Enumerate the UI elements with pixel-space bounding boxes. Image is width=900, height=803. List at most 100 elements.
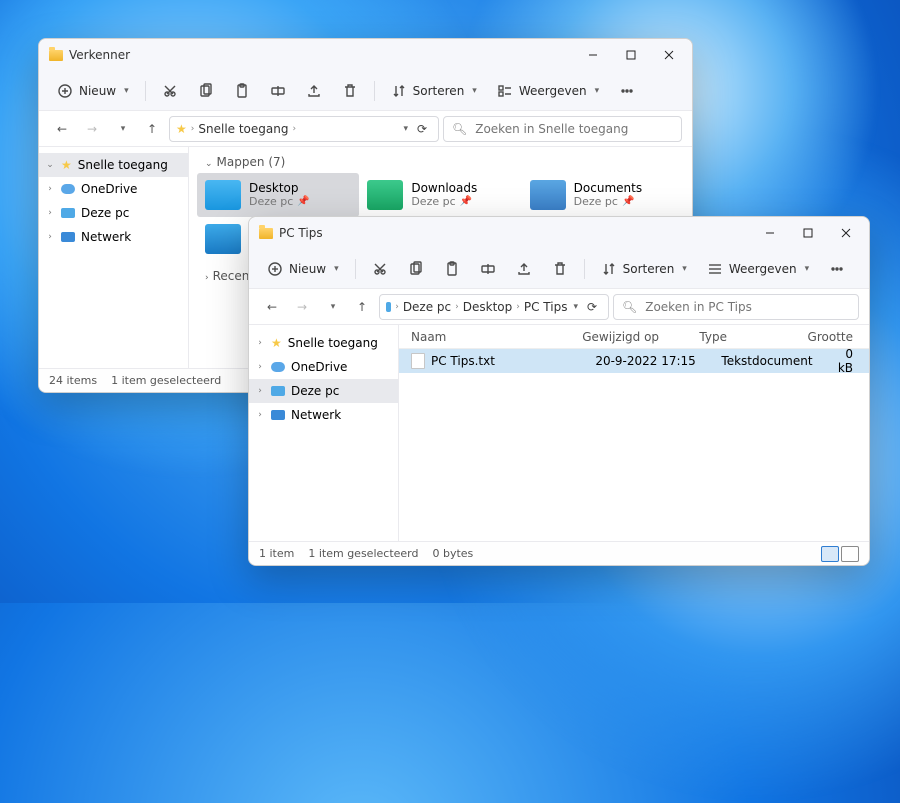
up-button[interactable]: ↑ [139,116,165,142]
sidebar-item[interactable]: › ★ Snelle toegang [249,331,398,355]
paste-button[interactable] [226,77,258,105]
file-row[interactable]: PC Tips.txt 20-9-2022 17:15 Tekstdocumen… [399,349,869,373]
address-bar[interactable]: ★ › Snelle toegang › ▾⟳ [169,116,439,142]
delete-button[interactable] [334,77,366,105]
view-icon [707,261,723,277]
recent-chevron[interactable]: ▾ [109,116,135,142]
share-button[interactable] [298,77,330,105]
file-icon [411,353,425,369]
status-bar: 1 item 1 item geselecteerd 0 bytes [249,541,869,565]
copy-icon [408,261,424,277]
folder-tile[interactable]: Downloads Deze pc📌 [359,173,521,217]
back-button[interactable]: ← [259,294,285,320]
sidebar-item[interactable]: ⌄ ★ Snelle toegang [39,153,188,177]
tile-name: Downloads [411,182,477,196]
minimize-button[interactable] [574,39,612,71]
sidebar-item[interactable]: › Netwerk [249,403,398,427]
search-input[interactable] [473,121,673,137]
forward-button[interactable]: → [289,294,315,320]
dots-icon [619,83,635,99]
folder-tile[interactable]: Desktop Deze pc📌 [197,173,359,217]
cut-button[interactable] [364,255,396,283]
pin-icon: 📌 [460,196,472,208]
star-icon: ★ [271,336,282,350]
forward-button[interactable]: → [79,116,105,142]
expand-chevron-icon[interactable]: › [255,386,265,396]
refresh-button[interactable]: ⟳ [410,122,434,136]
new-button[interactable]: Nieuw▾ [259,255,347,283]
rename-button[interactable] [262,77,294,105]
sidebar-item[interactable]: › OneDrive [39,177,188,201]
maximize-button[interactable] [612,39,650,71]
share-button[interactable] [508,255,540,283]
titlebar[interactable]: PC Tips [249,217,869,249]
trash-icon [342,83,358,99]
expand-chevron-icon[interactable]: › [255,410,265,420]
recent-chevron[interactable]: ▾ [319,294,345,320]
sidebar-item[interactable]: › OneDrive [249,355,398,379]
sort-button[interactable]: Sorteren▾ [383,77,485,105]
maximize-button[interactable] [789,217,827,249]
up-button[interactable]: ↑ [349,294,375,320]
search-box[interactable]: 🔍︎ [613,294,859,320]
new-button[interactable]: Nieuw▾ [49,77,137,105]
sidebar-item[interactable]: › Netwerk [39,225,188,249]
col-size[interactable]: Grootte [808,330,869,344]
chevron-down-icon[interactable]: ▾ [573,302,578,312]
view-icon [497,83,513,99]
more-button[interactable] [821,255,853,283]
rename-button[interactable] [472,255,504,283]
sidebar-item[interactable]: › Deze pc [39,201,188,225]
expand-chevron-icon[interactable]: › [45,184,55,194]
titlebar[interactable]: Verkenner [39,39,692,71]
expand-chevron-icon[interactable]: › [255,338,265,348]
navigation-bar: ← → ▾ ↑ › Deze pc › Desktop › PC Tips ▾⟳… [249,289,869,325]
search-input[interactable] [643,299,850,315]
plus-icon [57,83,73,99]
copy-button[interactable] [190,77,222,105]
breadcrumb[interactable]: Deze pc [403,300,451,314]
breadcrumb[interactable]: Desktop [463,300,513,314]
copy-icon [198,83,214,99]
view-details-button[interactable] [821,546,839,562]
network-icon [271,410,285,420]
col-modified[interactable]: Gewijzigd op [582,330,699,344]
scissors-icon [372,261,388,277]
expand-chevron-icon[interactable]: › [45,232,55,242]
close-button[interactable] [650,39,688,71]
view-button[interactable]: Weergeven▾ [489,77,607,105]
col-name[interactable]: Naam [411,330,582,344]
folder-tile[interactable]: Documents Deze pc📌 [522,173,684,217]
expand-chevron-icon[interactable]: › [255,362,265,372]
more-button[interactable] [611,77,643,105]
explorer-window-2: PC Tips Nieuw▾ Sorteren▾ Weergeven▾ ← → … [248,216,870,566]
address-bar[interactable]: › Deze pc › Desktop › PC Tips ▾⟳ [379,294,609,320]
sidebar-item[interactable]: › Deze pc [249,379,398,403]
view-button[interactable]: Weergeven▾ [699,255,817,283]
minimize-button[interactable] [751,217,789,249]
paste-button[interactable] [436,255,468,283]
star-icon: ★ [61,158,72,172]
col-type[interactable]: Type [699,330,807,344]
cloud-icon [61,184,75,194]
refresh-button[interactable]: ⟳ [580,300,604,314]
view-icons-button[interactable] [841,546,859,562]
search-icon: 🔍︎ [452,122,467,136]
tile-sub: Deze pc [249,196,293,209]
section-header-folders[interactable]: ⌄Mappen (7) [189,147,692,173]
expand-chevron-icon[interactable]: › [45,208,55,218]
breadcrumb[interactable]: PC Tips [524,300,568,314]
chevron-down-icon[interactable]: ▾ [403,124,408,134]
copy-button[interactable] [400,255,432,283]
search-box[interactable]: 🔍︎ [443,116,682,142]
column-headers[interactable]: Naam Gewijzigd op Type Grootte [399,325,869,349]
close-button[interactable] [827,217,865,249]
plus-icon [267,261,283,277]
clipboard-icon [444,261,460,277]
cut-button[interactable] [154,77,186,105]
expand-chevron-icon[interactable]: ⌄ [45,160,55,170]
delete-button[interactable] [544,255,576,283]
sort-button[interactable]: Sorteren▾ [593,255,695,283]
breadcrumb[interactable]: Snelle toegang [198,122,288,136]
back-button[interactable]: ← [49,116,75,142]
